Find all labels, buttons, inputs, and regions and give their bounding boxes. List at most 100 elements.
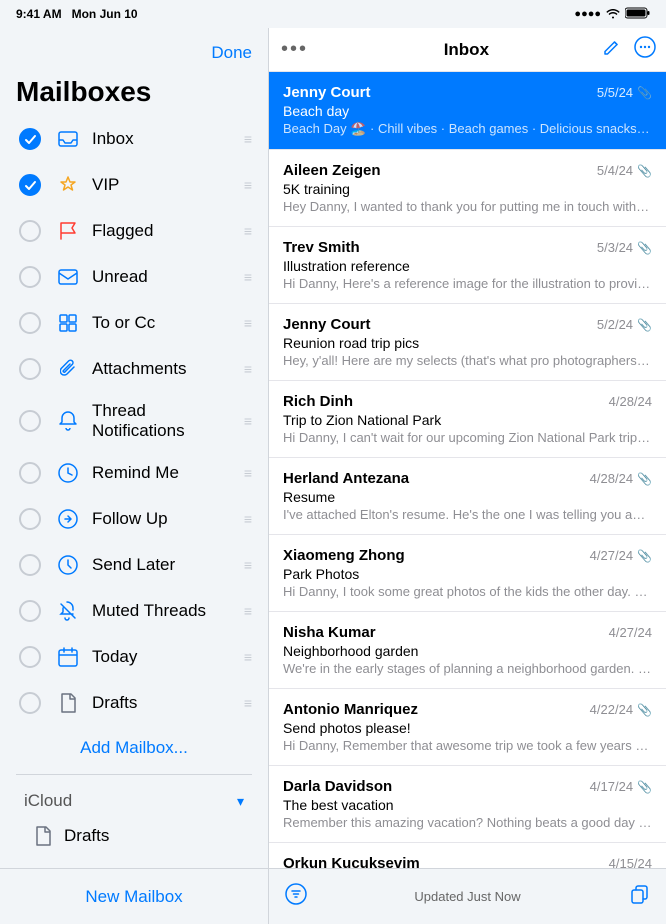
- drag-handle-vip[interactable]: ≡: [244, 177, 252, 193]
- email-subject: The best vacation: [283, 797, 652, 813]
- inbox-icon: [54, 125, 82, 153]
- email-subject: Park Photos: [283, 566, 652, 582]
- email-list-item[interactable]: Herland Antezana 4/28/24 📎 Resume I've a…: [269, 458, 666, 535]
- sidebar-item-send-later[interactable]: Send Later ≡: [8, 542, 260, 588]
- more-options-icon[interactable]: •••: [281, 38, 308, 61]
- email-list-item[interactable]: Jenny Court 5/5/24 📎 Beach day Beach Day…: [269, 72, 666, 150]
- doc-icon: [32, 825, 54, 847]
- mailbox-check-attachments: [16, 355, 44, 383]
- email-date: 5/5/24 📎: [597, 85, 652, 100]
- new-mailbox-button[interactable]: New Mailbox: [85, 887, 182, 907]
- bottom-toolbar-left: New Mailbox: [0, 868, 268, 924]
- sidebar-item-follow-up[interactable]: Follow Up ≡: [8, 496, 260, 542]
- email-date: 4/27/24 📎: [590, 548, 652, 563]
- email-preview: I've attached Elton's resume. He's the o…: [283, 507, 652, 522]
- calendar-icon: [54, 643, 82, 671]
- mailbox-check-today: [16, 643, 44, 671]
- doc-icon: [54, 689, 82, 717]
- mailbox-check-send-later: [16, 551, 44, 579]
- drag-handle-attachments[interactable]: ≡: [244, 361, 252, 377]
- email-list-item[interactable]: Darla Davidson 4/17/24 📎 The best vacati…: [269, 766, 666, 843]
- icloud-item-icloud-drafts[interactable]: Drafts: [24, 815, 244, 857]
- sidebar-item-drafts[interactable]: Drafts ≡: [8, 680, 260, 726]
- attachment-icon: 📎: [637, 780, 652, 794]
- email-date: 5/4/24 📎: [597, 163, 652, 178]
- mailbox-check-drafts: [16, 689, 44, 717]
- mailbox-label-today: Today: [92, 647, 234, 667]
- mailbox-label-send-later: Send Later: [92, 555, 234, 575]
- filter-icon[interactable]: [285, 883, 307, 911]
- email-preview: Hi Danny, I can't wait for our upcoming …: [283, 430, 652, 445]
- status-bar: 9:41 AM Mon Jun 10 ●●●●: [0, 0, 666, 28]
- icloud-header[interactable]: iCloud ▾: [24, 787, 244, 815]
- email-date: 4/15/24: [609, 856, 652, 868]
- email-sender: Rich Dinh: [283, 393, 353, 410]
- status-time: 9:41 AM Mon Jun 10: [16, 7, 138, 21]
- email-list-item[interactable]: Nisha Kumar 4/27/24 Neighborhood garden …: [269, 612, 666, 689]
- mailbox-label-to-or-cc: To or Cc: [92, 313, 234, 333]
- email-sender: Jenny Court: [283, 316, 371, 333]
- email-list-item[interactable]: Trev Smith 5/3/24 📎 Illustration referen…: [269, 227, 666, 304]
- sidebar-item-today[interactable]: Today ≡: [8, 634, 260, 680]
- email-list: Jenny Court 5/5/24 📎 Beach day Beach Day…: [269, 72, 666, 868]
- email-preview: Hi Danny, I took some great photos of th…: [283, 584, 652, 599]
- mailbox-check-flagged: [16, 217, 44, 245]
- email-list-item[interactable]: Jenny Court 5/2/24 📎 Reunion road trip p…: [269, 304, 666, 381]
- drag-handle-today[interactable]: ≡: [244, 649, 252, 665]
- clock-arrow-icon: [54, 551, 82, 579]
- attachment-icon: 📎: [637, 164, 652, 178]
- compose-icon[interactable]: [602, 37, 622, 62]
- sidebar-item-to-or-cc[interactable]: To or Cc ≡: [8, 300, 260, 346]
- attachment-icon: 📎: [637, 318, 652, 332]
- drag-handle-muted-threads[interactable]: ≡: [244, 603, 252, 619]
- section-divider: [16, 774, 252, 775]
- sidebar-item-flagged[interactable]: Flagged ≡: [8, 208, 260, 254]
- ellipsis-circle-icon[interactable]: [634, 36, 656, 63]
- star-icon: [54, 171, 82, 199]
- icloud-label-icloud-drafts: Drafts: [64, 826, 109, 846]
- email-preview: Hi Danny, Here's a reference image for t…: [283, 276, 652, 291]
- sidebar-item-thread-notifications[interactable]: Thread Notifications ≡: [8, 392, 260, 450]
- email-list-item[interactable]: Orkun Kucuksevim 4/15/24 Day trip idea H…: [269, 843, 666, 868]
- email-list-item[interactable]: Xiaomeng Zhong 4/27/24 📎 Park Photos Hi …: [269, 535, 666, 612]
- email-date: 4/28/24 📎: [590, 471, 652, 486]
- drag-handle-remind-me[interactable]: ≡: [244, 465, 252, 481]
- email-subject: Illustration reference: [283, 258, 652, 274]
- email-sender: Darla Davidson: [283, 778, 392, 795]
- email-date: 5/2/24 📎: [597, 317, 652, 332]
- mailbox-check-to-or-cc: [16, 309, 44, 337]
- drag-handle-inbox[interactable]: ≡: [244, 131, 252, 147]
- sidebar-item-muted-threads[interactable]: Muted Threads ≡: [8, 588, 260, 634]
- drag-handle-unread[interactable]: ≡: [244, 269, 252, 285]
- mailbox-check-thread-notifications: [16, 407, 44, 435]
- drag-handle-flagged[interactable]: ≡: [244, 223, 252, 239]
- email-list-item[interactable]: Rich Dinh 4/28/24 Trip to Zion National …: [269, 381, 666, 458]
- sidebar-item-unread[interactable]: Unread ≡: [8, 254, 260, 300]
- sidebar-item-inbox[interactable]: Inbox ≡: [8, 116, 260, 162]
- mailbox-check-follow-up: [16, 505, 44, 533]
- email-list-item[interactable]: Antonio Manriquez 4/22/24 📎 Send photos …: [269, 689, 666, 766]
- email-list-item[interactable]: Aileen Zeigen 5/4/24 📎 5K training Hey D…: [269, 150, 666, 227]
- mailboxes-list: Inbox ≡ VIP ≡ Flagged ≡ Unread ≡ To or C…: [0, 116, 268, 924]
- email-subject: Reunion road trip pics: [283, 335, 652, 351]
- drag-handle-drafts[interactable]: ≡: [244, 695, 252, 711]
- mailbox-check-vip: [16, 171, 44, 199]
- sidebar-item-remind-me[interactable]: Remind Me ≡: [8, 450, 260, 496]
- drag-handle-thread-notifications[interactable]: ≡: [244, 413, 252, 429]
- mailbox-label-unread: Unread: [92, 267, 234, 287]
- sidebar-item-attachments[interactable]: Attachments ≡: [8, 346, 260, 392]
- mailboxes-header: Done: [0, 28, 268, 72]
- mailbox-check-remind-me: [16, 459, 44, 487]
- drag-handle-follow-up[interactable]: ≡: [244, 511, 252, 527]
- drag-handle-send-later[interactable]: ≡: [244, 557, 252, 573]
- done-button[interactable]: Done: [211, 43, 252, 63]
- sidebar-item-vip[interactable]: VIP ≡: [8, 162, 260, 208]
- email-sender: Trev Smith: [283, 239, 360, 256]
- email-subject: Neighborhood garden: [283, 643, 652, 659]
- copy-icon[interactable]: [628, 883, 650, 911]
- add-mailbox-button[interactable]: Add Mailbox...: [8, 726, 260, 770]
- email-subject: Send photos please!: [283, 720, 652, 736]
- bell-slash-icon: [54, 597, 82, 625]
- email-sender: Jenny Court: [283, 84, 371, 101]
- drag-handle-to-or-cc[interactable]: ≡: [244, 315, 252, 331]
